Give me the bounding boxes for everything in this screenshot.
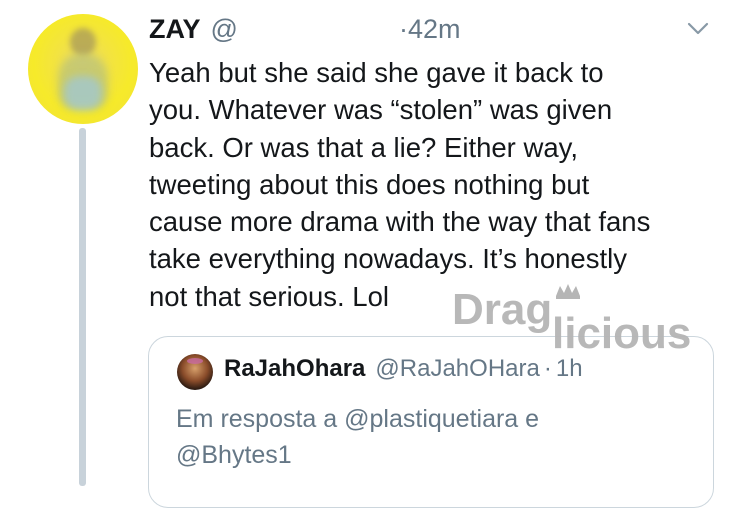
avatar-figure-head (70, 28, 96, 56)
tweet-header: ZAY @ (149, 14, 238, 48)
avatar-figure-shirt (64, 76, 102, 110)
quoted-author-avatar[interactable] (177, 354, 213, 390)
quoted-timestamp[interactable]: 1h (556, 355, 583, 383)
quoted-author-handle[interactable]: @RaJahOHara (375, 355, 539, 383)
quoted-reply-context: Em resposta a @plastiquetiara e @Bhytes1 (176, 405, 540, 469)
avatar-accessory (187, 358, 203, 364)
quoted-author-name[interactable]: RaJahOhara (224, 355, 365, 383)
author-name[interactable]: ZAY (149, 14, 201, 45)
draglicious-watermark-logo: Drag licious (452, 284, 691, 354)
chevron-down-icon[interactable] (687, 22, 709, 36)
quoted-separator: · (543, 355, 552, 382)
author-avatar[interactable] (28, 14, 138, 124)
quoted-tweet-header: RaJahOhara @RaJahOHara · 1h (224, 355, 583, 383)
quoted-tweet-card[interactable]: RaJahOhara @RaJahOHara · 1h Em resposta … (148, 336, 714, 508)
watermark-text-part2: licious (552, 309, 691, 354)
thread-connector-line (79, 128, 86, 486)
tweet-text: Yeah but she said she gave it back to yo… (149, 57, 651, 312)
crown-icon (556, 284, 580, 299)
author-handle[interactable]: @ (211, 14, 238, 45)
watermark-text-part1: Drag (452, 285, 552, 334)
tweet-timestamp[interactable]: ·42m (399, 14, 461, 45)
